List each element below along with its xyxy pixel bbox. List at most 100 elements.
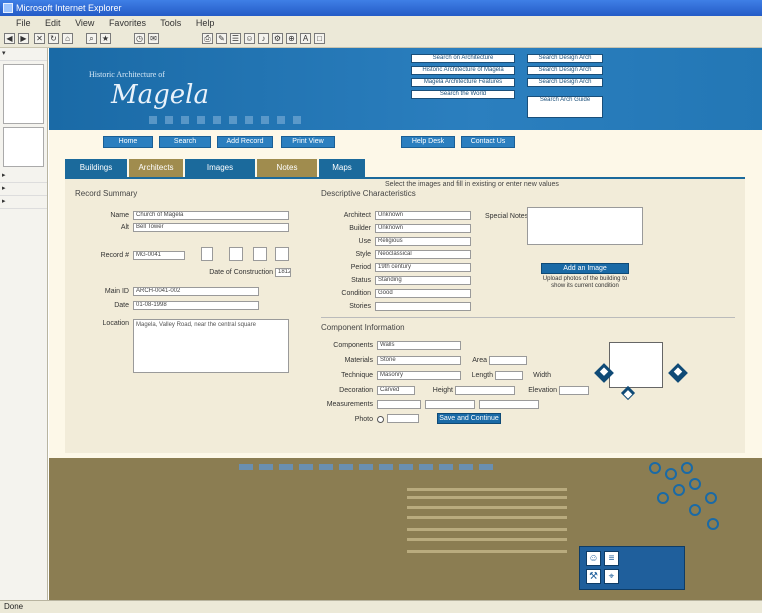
pane-link[interactable]: ▸ — [0, 170, 47, 183]
notes-textarea[interactable] — [527, 207, 643, 245]
record-number-field[interactable]: MG-0041 — [133, 251, 185, 260]
save-continue-button[interactable]: Save and Continue — [437, 413, 501, 424]
tab-images[interactable]: Images — [185, 159, 255, 177]
banner-link[interactable]: Search Arch Guide — [527, 96, 603, 118]
footer-text-line — [407, 516, 567, 519]
main-id-field[interactable]: ARCH-0041-002 — [133, 287, 259, 296]
date-field[interactable]: 01-08-1998 — [133, 301, 259, 310]
measurement-unit[interactable] — [425, 400, 475, 409]
photo-select[interactable] — [387, 414, 419, 423]
pane-link[interactable]: ▸ — [0, 196, 47, 209]
search-icon[interactable]: ⌕ — [86, 33, 97, 44]
area-field[interactable] — [489, 356, 527, 365]
site-logo[interactable]: Magela — [111, 80, 209, 110]
menu-tools[interactable]: Tools — [160, 18, 181, 28]
period-field[interactable]: 19th century — [375, 263, 471, 272]
tab-architects[interactable]: Architects — [129, 159, 183, 177]
banner-decoration — [149, 116, 309, 124]
history-icon[interactable]: ◷ — [134, 33, 145, 44]
checkbox[interactable] — [201, 247, 213, 261]
field-label: Use — [358, 238, 371, 245]
banner-link[interactable]: Search Design Arch — [527, 54, 603, 63]
banner-link[interactable]: Magela Architecture Features — [411, 78, 515, 87]
tab-buildings[interactable]: Buildings — [65, 159, 127, 177]
tab-notes[interactable]: Notes — [257, 159, 317, 177]
banner-link[interactable]: Search the World — [411, 90, 515, 99]
nav-contact[interactable]: Contact Us — [461, 136, 515, 148]
tools-icon[interactable]: ⚙ — [272, 33, 283, 44]
size-icon[interactable]: A — [300, 33, 311, 44]
condition-field[interactable]: Good — [375, 289, 471, 298]
mail-icon[interactable]: ✉ — [148, 33, 159, 44]
decoration-field[interactable]: Carved — [377, 386, 415, 395]
elevation-field[interactable] — [559, 386, 589, 395]
stories-field[interactable] — [375, 302, 471, 311]
banner-link[interactable]: Search Design Arch — [527, 66, 603, 75]
construction-date-field[interactable]: 1812 — [275, 268, 291, 277]
pane-link[interactable]: ▸ — [0, 183, 47, 196]
alt-name-field[interactable]: Bell Tower — [133, 223, 289, 232]
photo-radio[interactable] — [377, 416, 384, 423]
add-image-button[interactable]: Add an Image — [541, 263, 629, 274]
menu-edit[interactable]: Edit — [45, 18, 61, 28]
print-icon[interactable]: ⎙ — [202, 33, 213, 44]
record-form: Record Summary Descriptive Characteristi… — [65, 179, 745, 453]
stop-icon[interactable]: ✕ — [34, 33, 45, 44]
footer-nav[interactable] — [239, 464, 499, 470]
home-icon[interactable]: ⌂ — [62, 33, 73, 44]
section-hint: Select the images and fill in existing o… — [385, 181, 559, 188]
section-title-descriptive: Descriptive Characteristics — [321, 189, 416, 198]
banner-link[interactable]: Historic Architecture of Magela — [411, 66, 515, 75]
banner-subtitle: Historic Architecture of — [89, 70, 165, 79]
fullscreen-icon[interactable]: □ — [314, 33, 325, 44]
favorites-icon[interactable]: ★ — [100, 33, 111, 44]
discuss-icon[interactable]: ☰ — [230, 33, 241, 44]
banner-link[interactable]: Search Design Arch — [527, 78, 603, 87]
image-preview-popup — [609, 342, 663, 388]
menu-file[interactable]: File — [16, 18, 31, 28]
back-icon[interactable]: ◀ — [4, 33, 15, 44]
divider — [321, 317, 735, 318]
status-field[interactable]: Standing — [375, 276, 471, 285]
nav-add-record[interactable]: Add Record — [217, 136, 273, 148]
style-field[interactable]: Neoclassical — [375, 250, 471, 259]
nav-search[interactable]: Search — [159, 136, 211, 148]
menu-view[interactable]: View — [75, 18, 94, 28]
nav-home[interactable]: Home — [103, 136, 153, 148]
tab-maps[interactable]: Maps — [319, 159, 365, 177]
window-titlebar: Microsoft Internet Explorer — [0, 0, 762, 16]
edit-icon[interactable]: ✎ — [216, 33, 227, 44]
name-field[interactable]: Church of Magela — [133, 211, 289, 220]
pane-thumbnail[interactable] — [3, 64, 44, 124]
measurements-field[interactable] — [377, 400, 421, 409]
height-field[interactable] — [455, 386, 515, 395]
page-viewport: Historic Architecture of Magela Search o… — [49, 48, 762, 600]
components-field[interactable]: Walls — [377, 341, 461, 350]
forward-icon[interactable]: ▶ — [18, 33, 29, 44]
architect-field[interactable]: Unknown — [375, 211, 471, 220]
partner-logo[interactable]: ☺ ≡ ⚒ ⌖ — [579, 546, 685, 590]
menu-help[interactable]: Help — [196, 18, 215, 28]
checkbox[interactable] — [275, 247, 289, 261]
menu-favorites[interactable]: Favorites — [109, 18, 146, 28]
use-field[interactable]: Religious — [375, 237, 471, 246]
media-icon[interactable]: ♪ — [258, 33, 269, 44]
banner-link[interactable]: Search on Architecture — [411, 54, 515, 63]
measurement-notes[interactable] — [479, 400, 539, 409]
builder-field[interactable]: Unknown — [375, 224, 471, 233]
technique-field[interactable]: Masonry — [377, 371, 461, 380]
site-banner: Historic Architecture of Magela Search o… — [49, 48, 762, 130]
zoom-icon[interactable]: ⊕ — [286, 33, 297, 44]
pane-thumbnail[interactable] — [3, 127, 44, 167]
refresh-icon[interactable]: ↻ — [48, 33, 59, 44]
checkbox[interactable] — [253, 247, 267, 261]
nav-print-view[interactable]: Print View — [281, 136, 335, 148]
materials-field[interactable]: Stone — [377, 356, 461, 365]
length-field[interactable] — [495, 371, 523, 380]
nav-help-desk[interactable]: Help Desk — [401, 136, 455, 148]
explorer-pane: ▾ ▸ ▸ ▸ — [0, 48, 48, 603]
location-textarea[interactable]: Magela, Valley Road, near the central sq… — [133, 319, 289, 373]
field-label: Name — [110, 212, 129, 219]
messenger-icon[interactable]: ☺ — [244, 33, 255, 44]
checkbox[interactable] — [229, 247, 243, 261]
